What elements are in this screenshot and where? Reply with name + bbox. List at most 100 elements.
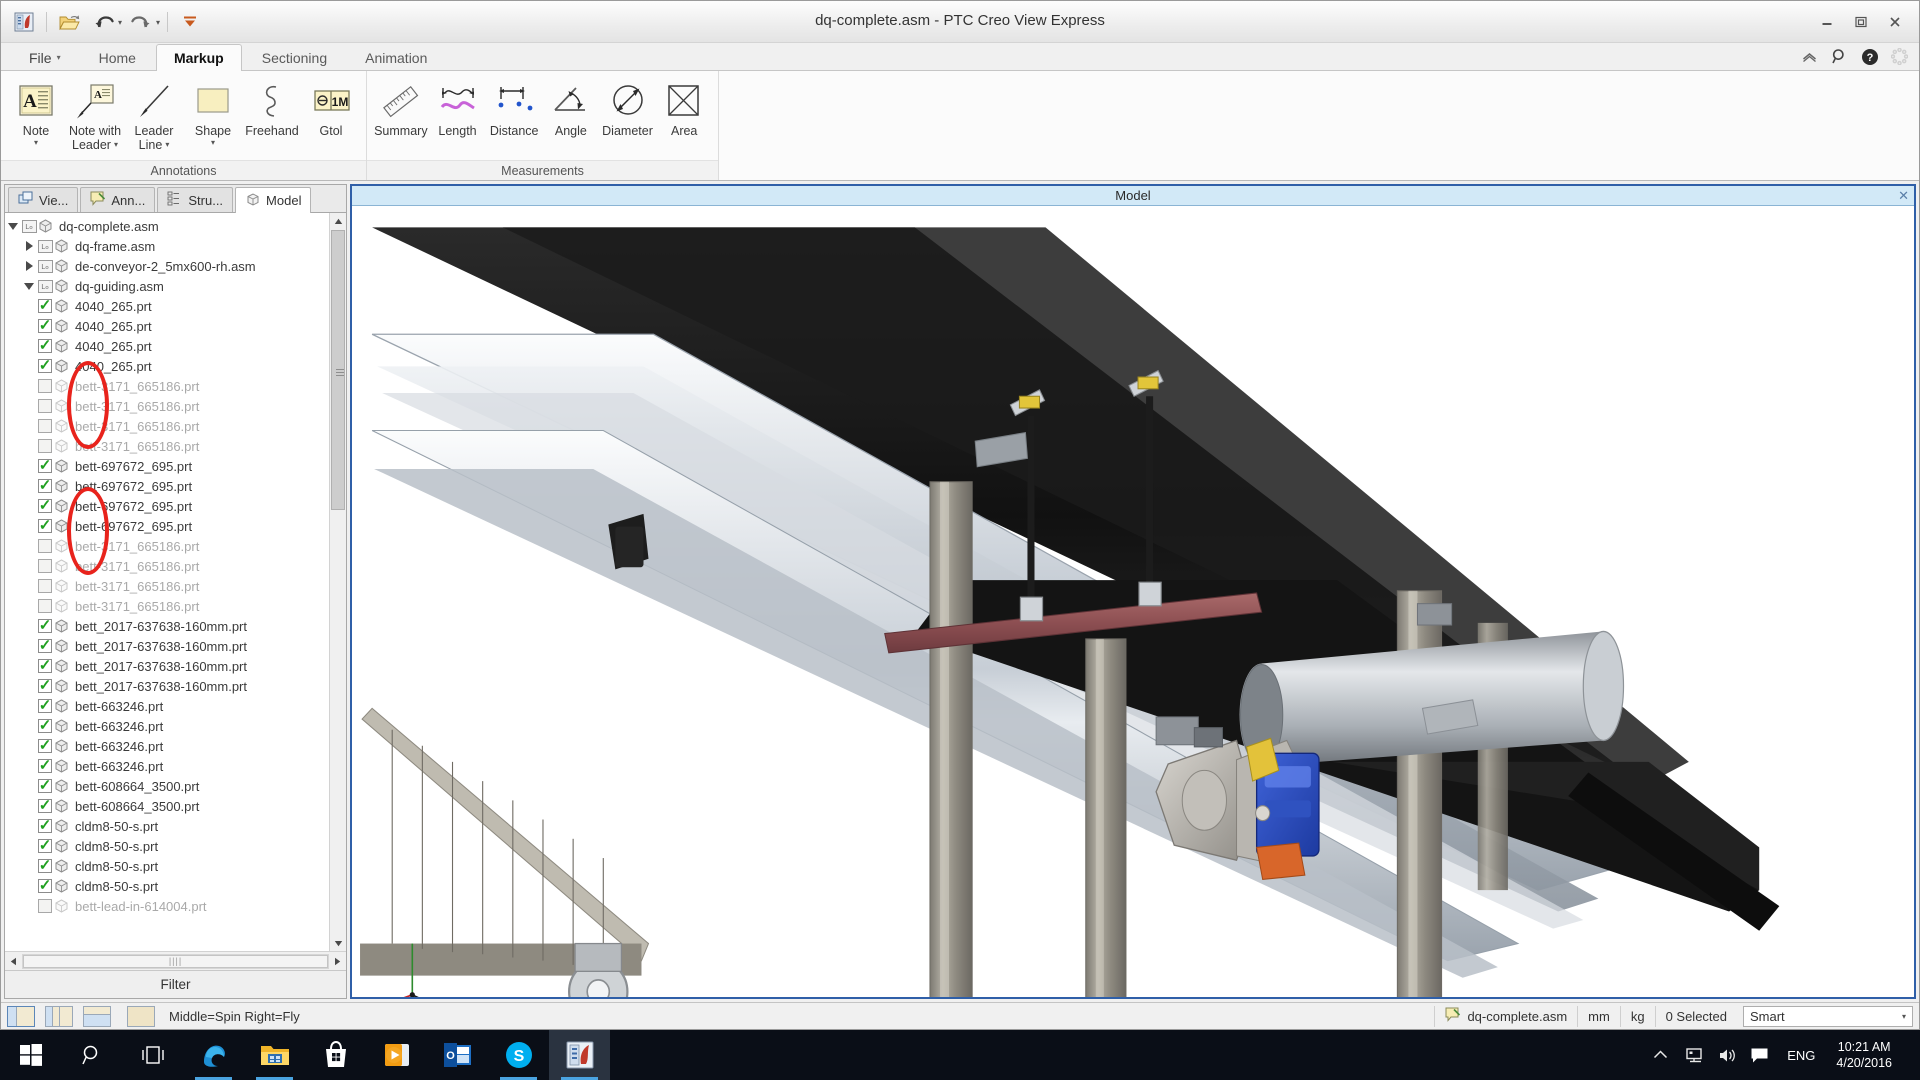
tree-item[interactable]: ✓ bett-663246.prt (5, 716, 346, 736)
angle-button[interactable]: Angle (543, 75, 599, 155)
visibility-checkbox[interactable]: ✓ (37, 478, 53, 493)
visibility-checkbox[interactable]: ✓ (37, 878, 53, 893)
chevron-down-icon[interactable]: ▾ (165, 140, 169, 150)
expand-collapse-down-icon[interactable] (5, 222, 21, 230)
tree-item[interactable]: ✓ bett-663246.prt (5, 696, 346, 716)
visibility-checkbox[interactable]: ✓ (37, 838, 53, 853)
visibility-checkbox[interactable] (37, 399, 53, 413)
tree-item[interactable]: ✓ bett_2017-637638-160mm.prt (5, 616, 346, 636)
length-button[interactable]: Length (430, 75, 486, 155)
note-with-leader-button[interactable]: A Note with Leader ▾ (66, 75, 124, 155)
tree-item[interactable]: bett-3171_665186.prt (5, 596, 346, 616)
tree-item[interactable]: ✓ bett_2017-637638-160mm.prt (5, 676, 346, 696)
tree-item[interactable]: ✓ bett-663246.prt (5, 736, 346, 756)
scroll-left-button[interactable] (5, 953, 22, 970)
status-mass-units[interactable]: kg (1619, 1005, 1655, 1027)
minimize-button[interactable] (1811, 9, 1843, 35)
visibility-checkbox[interactable]: ✓ (37, 718, 53, 733)
leader-line-button[interactable]: Leader Line ▾ (125, 75, 183, 155)
tree-item[interactable]: ✓ 4040_265.prt (5, 316, 346, 336)
language-indicator[interactable]: ENG (1776, 1048, 1826, 1063)
tree-item[interactable]: ✓ cldm8-50-s.prt (5, 876, 346, 896)
tree-item[interactable]: ✓ bett_2017-637638-160mm.prt (5, 656, 346, 676)
expand-collapse-right-icon[interactable] (21, 261, 37, 271)
chevron-down-icon[interactable]: ▾ (34, 138, 38, 148)
hscroll-track[interactable]: |||| (22, 953, 329, 969)
visibility-checkbox[interactable] (37, 899, 53, 913)
show-desktop-button[interactable] (1902, 1030, 1912, 1080)
visibility-checkbox[interactable] (37, 379, 53, 393)
edge-button[interactable] (183, 1030, 244, 1080)
tab-file[interactable]: File ▾ (11, 44, 79, 70)
visibility-checkbox[interactable]: ✓ (37, 298, 53, 313)
tree-item[interactable]: ✓ cldm8-50-s.prt (5, 856, 346, 876)
tree-vertical-scrollbar[interactable] (329, 213, 346, 951)
status-length-units[interactable]: mm (1577, 1005, 1620, 1027)
visibility-checkbox[interactable]: ✓ (37, 858, 53, 873)
scroll-up-button[interactable] (330, 213, 346, 229)
tree-item[interactable]: Lo dq-guiding.asm (5, 276, 346, 296)
search-icon[interactable] (1830, 47, 1849, 66)
volume-icon[interactable] (1710, 1030, 1743, 1080)
tree-item[interactable]: ✓ bett_2017-637638-160mm.prt (5, 636, 346, 656)
tree-item[interactable]: bett-3171_665186.prt (5, 576, 346, 596)
hscroll-thumb[interactable]: |||| (23, 954, 328, 968)
tree-item[interactable]: bett-lead-in-614004.prt (5, 896, 346, 916)
tab-annotations[interactable]: Ann... (80, 187, 156, 212)
search-taskbar-button[interactable] (61, 1030, 122, 1080)
tree-item[interactable]: ✓ bett-608664_3500.prt (5, 796, 346, 816)
area-button[interactable]: Area (656, 75, 712, 155)
expand-collapse-right-icon[interactable] (21, 241, 37, 251)
visibility-checkbox[interactable]: ✓ (37, 778, 53, 793)
tree-item[interactable]: ✓ 4040_265.prt (5, 356, 346, 376)
chevron-down-icon[interactable]: ▾ (114, 140, 118, 150)
maximize-button[interactable] (1845, 9, 1877, 35)
tree-item[interactable]: bett-3171_665186.prt (5, 556, 346, 576)
tree-item[interactable]: Lo de-conveyor-2_5mx600-rh.asm (5, 256, 346, 276)
visibility-checkbox[interactable] (37, 599, 53, 613)
tab-views[interactable]: Vie... (8, 187, 79, 212)
layout-vertical-split-button[interactable] (45, 1005, 73, 1027)
tree-item[interactable]: ✓ bett-697672_695.prt (5, 496, 346, 516)
visibility-checkbox[interactable]: ✓ (37, 458, 53, 473)
tree-item[interactable]: Lo dq-complete.asm (5, 216, 346, 236)
scrollbar-thumb[interactable] (331, 230, 345, 510)
layer-icon[interactable]: Lo (37, 239, 53, 253)
creo-view-button[interactable] (549, 1030, 610, 1080)
summary-button[interactable]: Summary (373, 75, 429, 155)
tree-item[interactable]: ✓ 4040_265.prt (5, 336, 346, 356)
visibility-checkbox[interactable] (37, 579, 53, 593)
clock[interactable]: 10:21 AM 4/20/2016 (1826, 1039, 1902, 1071)
expand-collapse-down-icon[interactable] (21, 282, 37, 290)
visibility-checkbox[interactable]: ✓ (37, 358, 53, 373)
visibility-checkbox[interactable] (37, 419, 53, 433)
tree-item[interactable]: bett-3171_665186.prt (5, 416, 346, 436)
tree-item[interactable]: ✓ 4040_265.prt (5, 296, 346, 316)
store-button[interactable] (305, 1030, 366, 1080)
tab-structure[interactable]: Stru... (157, 187, 234, 212)
start-button[interactable] (0, 1030, 61, 1080)
visibility-checkbox[interactable] (37, 559, 53, 573)
network-icon[interactable] (1677, 1030, 1710, 1080)
visibility-checkbox[interactable]: ✓ (37, 658, 53, 673)
layer-icon[interactable]: Lo (37, 259, 53, 273)
tree-item[interactable]: bett-3171_665186.prt (5, 436, 346, 456)
tab-sectioning[interactable]: Sectioning (244, 44, 345, 70)
tree-item[interactable]: ✓ bett-697672_695.prt (5, 456, 346, 476)
action-center-icon[interactable] (1743, 1030, 1776, 1080)
layer-icon[interactable]: Lo (37, 279, 53, 293)
scroll-right-button[interactable] (329, 953, 346, 970)
task-view-button[interactable] (122, 1030, 183, 1080)
tree-item[interactable]: ✓ bett-663246.prt (5, 756, 346, 776)
tree-item[interactable]: Lo dq-frame.asm (5, 236, 346, 256)
freehand-button[interactable]: Freehand (243, 75, 301, 155)
visibility-checkbox[interactable]: ✓ (37, 818, 53, 833)
selection-mode-dropdown[interactable]: Smart ▾ (1743, 1005, 1913, 1027)
tree-horizontal-scrollbar[interactable]: |||| (5, 951, 346, 970)
visibility-checkbox[interactable]: ✓ (37, 318, 53, 333)
scroll-down-button[interactable] (330, 935, 346, 951)
visibility-checkbox[interactable]: ✓ (37, 678, 53, 693)
visibility-checkbox[interactable]: ✓ (37, 638, 53, 653)
visibility-checkbox[interactable] (37, 439, 53, 453)
tree-item[interactable]: ✓ cldm8-50-s.prt (5, 836, 346, 856)
